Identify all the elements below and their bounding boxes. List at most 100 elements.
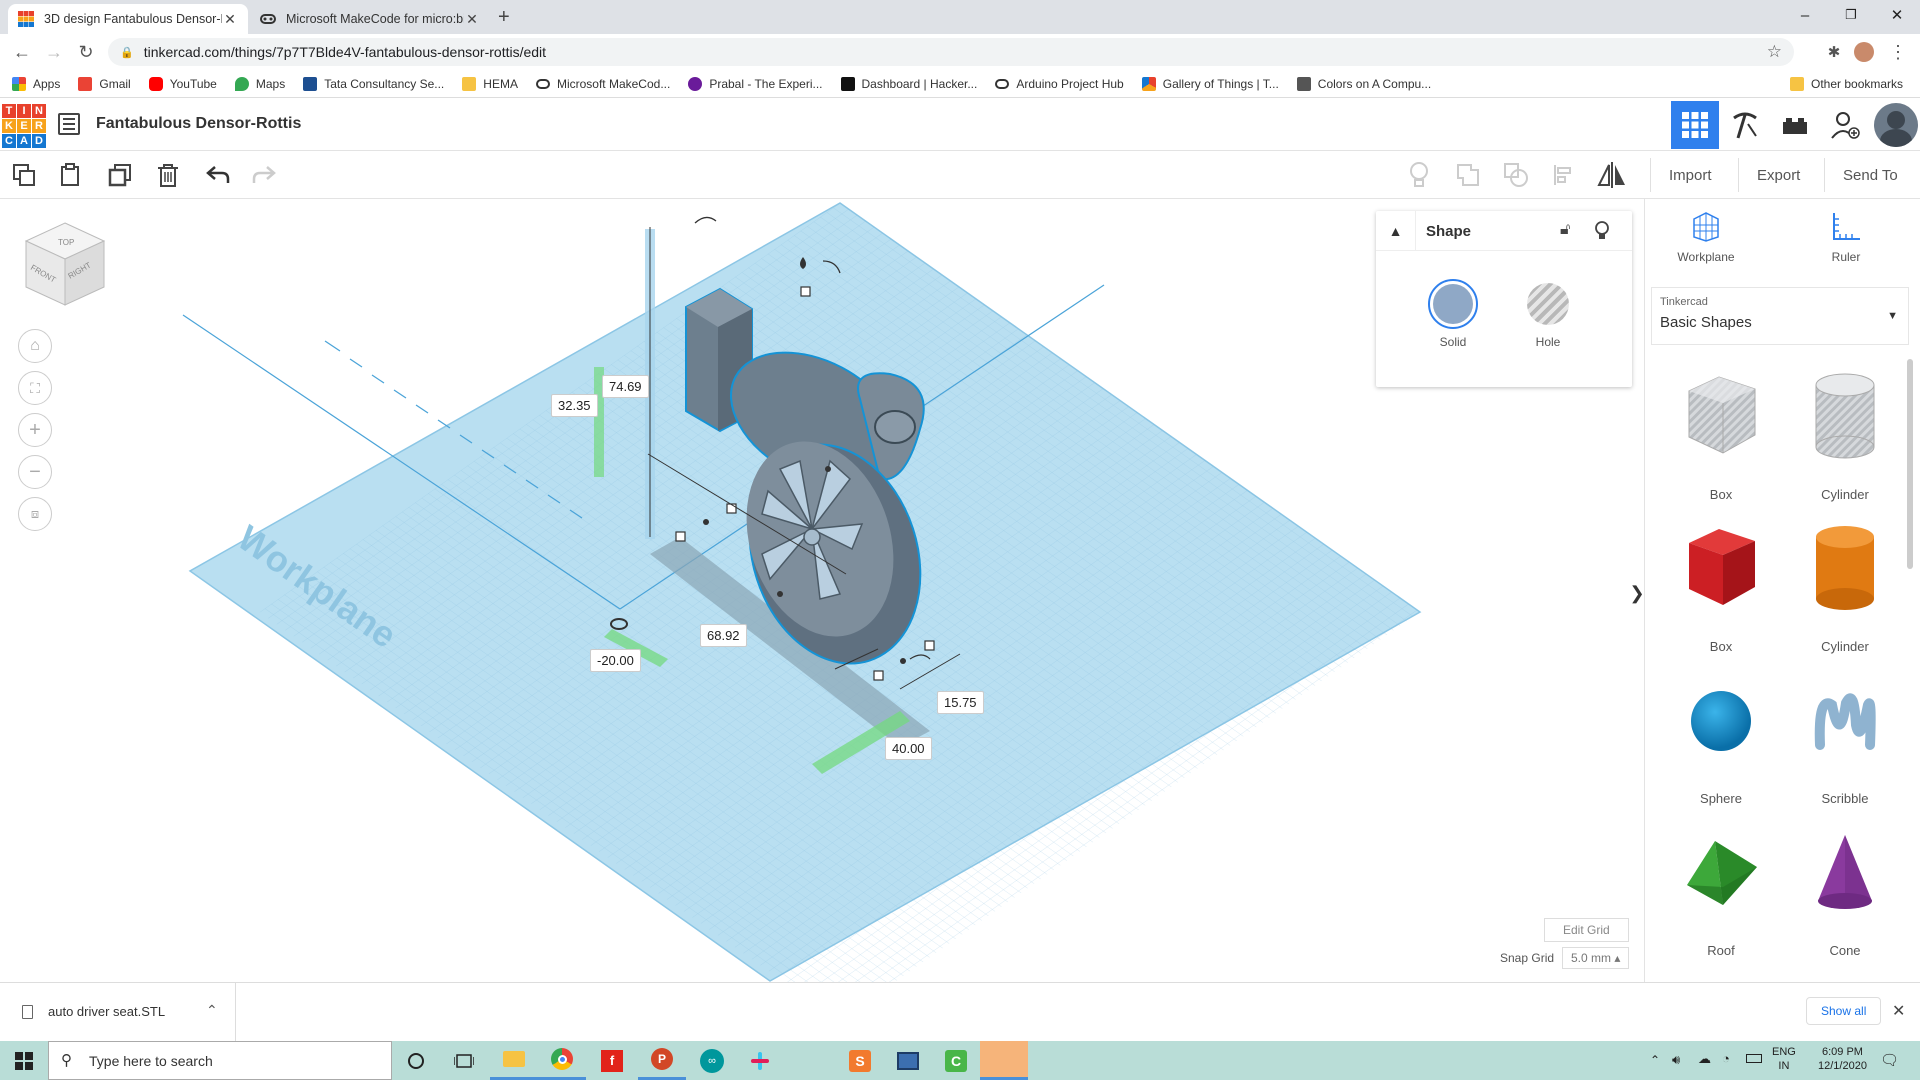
clock[interactable]: 6:09 PM 12/1/2020 [1818, 1045, 1867, 1073]
chrome-icon[interactable] [538, 1041, 586, 1080]
dimension-width[interactable]: 15.75 [937, 691, 984, 714]
paste-icon[interactable] [54, 159, 86, 191]
bookmark-colors[interactable]: Colors on A Compu... [1296, 76, 1431, 91]
light-bulb-icon[interactable] [1403, 159, 1435, 191]
edit-grid-button[interactable]: Edit Grid [1544, 918, 1629, 942]
close-window-button[interactable]: ✕ [1874, 0, 1920, 30]
sublime-text-icon[interactable]: S [836, 1041, 884, 1080]
shape-roof[interactable]: Roof [1659, 827, 1783, 977]
zoom-in-icon[interactable]: + [18, 413, 52, 447]
rotate-handle-icon[interactable] [694, 216, 717, 224]
bookmark-arduino[interactable]: Arduino Project Hub [995, 77, 1124, 91]
bookmark-youtube[interactable]: YouTube [148, 76, 217, 91]
light-bulb-icon[interactable] [1594, 221, 1610, 241]
windows-start-icon[interactable] [0, 1041, 48, 1080]
bookmark-makecode[interactable]: Microsoft MakeCod... [535, 77, 670, 91]
close-tab-icon[interactable]: ✕ [222, 11, 238, 28]
design-title[interactable]: Fantabulous Densor-Rottis [96, 115, 301, 133]
dimension-part-height[interactable]: 32.35 [551, 394, 598, 417]
dimension-length[interactable]: 68.92 [700, 624, 747, 647]
forward-arrow-icon[interactable]: → [40, 40, 68, 64]
extensions-icon[interactable]: ✱ [1820, 40, 1848, 64]
solid-option[interactable] [1428, 279, 1478, 329]
dimension-offset[interactable]: -20.00 [590, 649, 641, 672]
bookmark-hema[interactable]: HEMA [462, 76, 518, 91]
taskbar-search-box[interactable]: ⚲ Type here to search [48, 1041, 392, 1080]
maximize-button[interactable]: ❐ [1828, 0, 1874, 30]
volume-icon[interactable]: 🔊︎ [1672, 1052, 1680, 1068]
collapse-up-icon[interactable]: ▲ [1376, 211, 1416, 251]
shape-library-select[interactable]: Tinkercad Basic Shapes ▼ [1651, 287, 1909, 345]
3d-view-grid-icon[interactable] [1671, 101, 1719, 149]
duplicate-icon[interactable] [104, 159, 136, 191]
hole-option[interactable] [1527, 283, 1569, 325]
new-tab-button[interactable]: + [498, 6, 510, 29]
fit-view-icon[interactable]: ⛶ [18, 371, 52, 405]
download-item[interactable]: auto driver seat.STL ⌃ [0, 983, 236, 1041]
shape-box-hole[interactable]: Box [1659, 371, 1783, 521]
bookmark-gallery[interactable]: Gallery of Things | T... [1141, 76, 1279, 91]
bookmark-prabal[interactable]: Prabal - The Experi... [688, 76, 823, 91]
align-icon[interactable] [1548, 159, 1580, 191]
copy-icon[interactable] [8, 159, 40, 191]
arduino-icon[interactable]: ∞ [688, 1041, 736, 1080]
powerpoint-icon[interactable]: P [638, 1041, 686, 1080]
bookmark-apps[interactable]: Apps [12, 76, 60, 91]
shape-cylinder-hole[interactable]: Cylinder [1783, 371, 1907, 521]
tinkercad-logo[interactable]: T I N K E R C A D [2, 104, 46, 148]
zoom-out-icon[interactable]: − [18, 455, 52, 489]
file-explorer-icon[interactable] [490, 1041, 538, 1080]
group-icon[interactable] [1452, 159, 1484, 191]
onedrive-cloud-icon[interactable]: ☁ [1698, 1051, 1711, 1067]
workplane-tool[interactable]: Workplane [1675, 211, 1737, 264]
bookmark-maps[interactable]: Maps [234, 76, 285, 91]
redo-icon[interactable] [248, 159, 280, 191]
other-bookmarks[interactable]: Other bookmarks [1790, 76, 1903, 91]
bookmark-tcs[interactable]: Tata Consultancy Se... [303, 76, 444, 91]
ungroup-icon[interactable] [1500, 159, 1532, 191]
panel-collapse-chevron-icon[interactable]: ❯ [1629, 572, 1644, 614]
shape-sphere[interactable]: Sphere [1659, 675, 1783, 825]
import-button[interactable]: Import [1650, 158, 1730, 192]
minimize-button[interactable]: – [1782, 0, 1828, 30]
reload-icon[interactable]: ↻ [72, 40, 100, 64]
send-to-button[interactable]: Send To [1824, 158, 1916, 192]
url-bar[interactable]: 🔒 tinkercad.com/things/7p7T7Blde4V-fanta… [108, 38, 1794, 66]
wifi-icon[interactable]: ◔ [1722, 1051, 1730, 1066]
app-window-icon[interactable] [884, 1041, 932, 1080]
home-view-icon[interactable]: ⌂ [18, 329, 52, 363]
add-user-icon[interactable] [1821, 101, 1869, 149]
dimension-depth[interactable]: 40.00 [885, 737, 932, 760]
language-indicator[interactable]: ENG IN [1772, 1045, 1796, 1073]
bookmark-gmail[interactable]: Gmail [78, 76, 131, 91]
ortho-view-icon[interactable]: ⧈ [18, 497, 52, 531]
notification-center-icon[interactable]: 🗨︎ [1880, 1051, 1899, 1069]
bricks-icon[interactable] [1771, 101, 1819, 149]
design-list-icon[interactable] [58, 113, 80, 135]
panel-scrollbar[interactable] [1907, 359, 1913, 569]
lock-icon[interactable]: 🔓︎ [1560, 221, 1570, 239]
show-all-button[interactable]: Show all [1806, 997, 1882, 1025]
back-arrow-icon[interactable]: ← [8, 40, 36, 64]
camtasia-icon[interactable]: C [932, 1041, 980, 1080]
shape-box[interactable]: Box [1659, 523, 1783, 673]
close-tab-icon[interactable]: ✕ [464, 11, 480, 28]
tab-makecode[interactable]: Microsoft MakeCode for micro:bi ✕ [250, 4, 490, 34]
close-downloads-icon[interactable]: ✕ [1892, 1001, 1905, 1021]
bookmark-star-icon[interactable]: ☆ [1767, 42, 1782, 62]
foxit-reader-icon[interactable]: f [588, 1041, 636, 1080]
shape-scribble[interactable]: Scribble [1783, 675, 1907, 825]
shape-cone[interactable]: Cone [1783, 827, 1907, 977]
system-tray-chevron-icon[interactable]: ⌃ [1650, 1053, 1660, 1067]
shape-cylinder[interactable]: Cylinder [1783, 523, 1907, 673]
undo-icon[interactable] [202, 159, 234, 191]
task-view-icon[interactable] [440, 1041, 488, 1080]
bookmark-hackerearth[interactable]: Dashboard | Hacker... [840, 76, 977, 91]
blocks-pickaxe-icon[interactable] [1721, 101, 1769, 149]
profile-avatar[interactable] [1854, 42, 1874, 62]
mirror-icon[interactable] [1596, 159, 1628, 191]
export-button[interactable]: Export [1738, 158, 1818, 192]
ruler-tool[interactable]: Ruler [1821, 211, 1871, 264]
view-cube[interactable]: TOP FRONT RIGHT [20, 221, 110, 311]
active-app-icon[interactable] [980, 1041, 1028, 1080]
